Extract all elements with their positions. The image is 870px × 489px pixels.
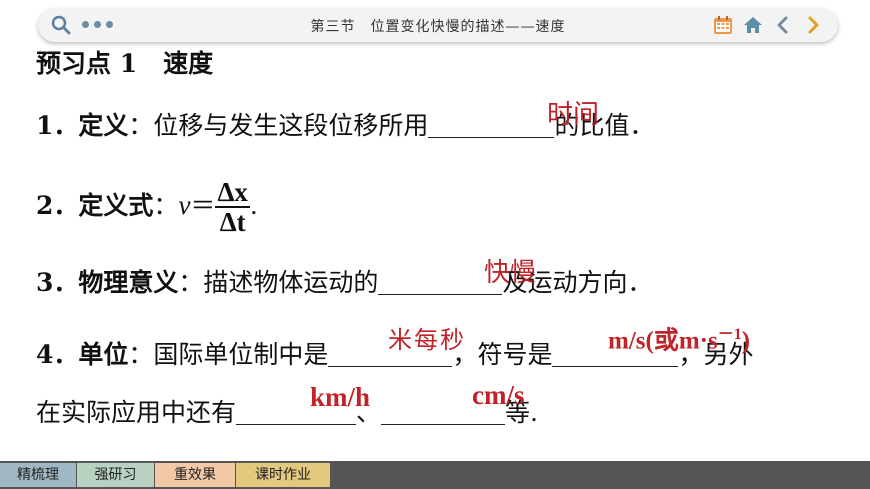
answer-unit-symbol-text: m/s(或m·s — [608, 327, 718, 355]
answer-speed: 快慢 — [484, 258, 537, 288]
item-number: 3． — [36, 268, 79, 297]
item-number: 1． — [36, 111, 79, 140]
answer-time: 时间 — [547, 100, 600, 130]
answer-blank — [428, 113, 555, 138]
item-text: . — [249, 190, 258, 220]
top-toolbar: 第三节 位置变化快慢的描述——速度 — [38, 8, 838, 42]
answer-unit-symbol: m/s(或m·s－1) — [608, 320, 750, 356]
practical-units-line: 在实际应用中还有、等. — [36, 393, 538, 429]
home-icon[interactable] — [742, 14, 764, 36]
item-label: 定义 — [78, 111, 129, 140]
formula-line: 2．定义式：v＝ Δx Δt. — [36, 178, 258, 237]
tab-effect[interactable]: 重效果 — [155, 463, 235, 487]
fraction-denominator: Δt — [219, 207, 246, 238]
item-text: ，符号是 — [452, 340, 553, 369]
tab-review[interactable]: 精梳理 — [0, 463, 76, 487]
chevron-left-icon[interactable] — [772, 14, 794, 36]
item-text: ：国际单位制中是 — [128, 340, 329, 369]
heading-prefix: 预习点 1 — [36, 49, 138, 78]
calendar-icon[interactable] — [712, 14, 734, 36]
fraction-numerator: Δx — [215, 177, 250, 209]
formula-equals: ＝ — [190, 190, 216, 220]
chevron-right-icon[interactable] — [802, 14, 824, 36]
item-text: 在实际应用中还有 — [36, 398, 237, 427]
item-number: 2． — [36, 190, 79, 220]
answer-kmh: km/h — [310, 382, 371, 412]
answer-unit-name: 米每秒 — [388, 326, 466, 354]
tab-homework[interactable]: 课时作业 — [236, 463, 330, 487]
item-number: 4． — [36, 340, 79, 369]
bottom-tab-bar: 精梳理 强研习 重效果 课时作业 — [0, 461, 870, 489]
item-label: 物理意义 — [78, 268, 179, 297]
heading-title: 速度 — [163, 49, 214, 78]
item-label: 定义式 — [78, 190, 154, 220]
item-text: ：位移与发生这段位移所用 — [128, 111, 429, 140]
item-text: ：描述物体运动的 — [178, 268, 379, 297]
answer-unit-close: ) — [741, 327, 751, 355]
formula-variable: v — [178, 189, 191, 220]
meaning-line: 3．物理意义：描述物体运动的 及运动方向． — [36, 263, 652, 299]
tab-study[interactable]: 强研习 — [77, 463, 154, 487]
formula-fraction: Δx Δt — [215, 177, 250, 238]
answer-cms: cm/s — [472, 380, 525, 410]
section-heading: 预习点 1 速度 — [36, 44, 213, 80]
item-text: ： — [153, 190, 179, 220]
item-label: 单位 — [78, 340, 129, 369]
answer-unit-superscript: －1 — [717, 326, 742, 343]
